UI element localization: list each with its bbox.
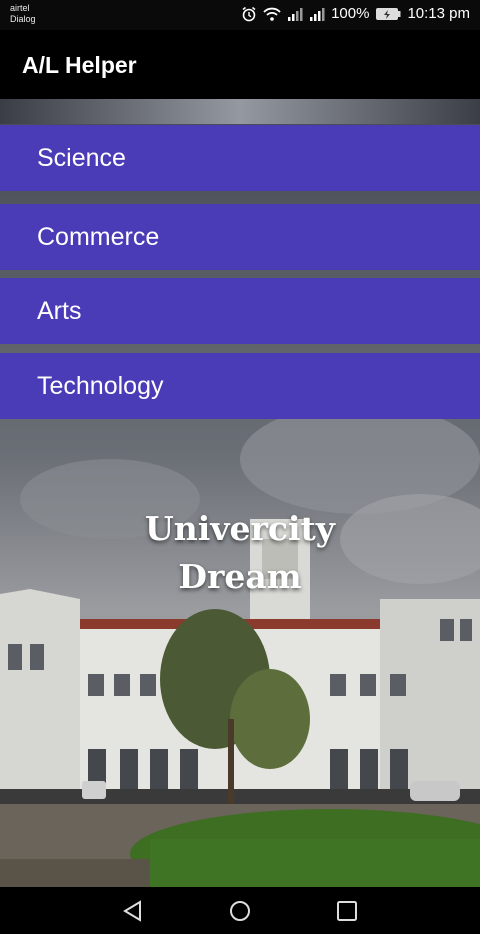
carrier-info: airtel Dialog bbox=[10, 3, 36, 25]
back-icon[interactable] bbox=[119, 897, 147, 925]
category-label: Technology bbox=[37, 371, 164, 400]
signal-icon bbox=[287, 7, 303, 21]
signal-icon-2 bbox=[309, 7, 325, 21]
headline: Univercity Dream bbox=[0, 505, 480, 601]
status-bar: airtel Dialog 100% 10:13 pm bbox=[0, 0, 480, 30]
category-technology-button[interactable]: Technology bbox=[0, 353, 480, 419]
category-label: Commerce bbox=[37, 222, 160, 251]
navigation-bar bbox=[0, 887, 480, 934]
wifi-icon bbox=[263, 6, 281, 22]
clock: 10:13 pm bbox=[407, 5, 470, 22]
headline-line-1: Univercity bbox=[145, 509, 335, 548]
app-bar: A/L Helper bbox=[0, 30, 480, 99]
alarm-icon bbox=[241, 6, 257, 22]
status-icons: 100% 10:13 pm bbox=[241, 5, 470, 22]
category-commerce-button[interactable]: Commerce bbox=[0, 204, 480, 270]
carrier-secondary: Dialog bbox=[10, 14, 36, 24]
home-icon[interactable] bbox=[226, 897, 254, 925]
category-label: Arts bbox=[37, 296, 82, 325]
battery-icon bbox=[375, 7, 401, 21]
app-title: A/L Helper bbox=[22, 52, 137, 78]
battery-percent: 100% bbox=[331, 5, 370, 22]
category-science-button[interactable]: Science bbox=[0, 125, 480, 191]
category-arts-button[interactable]: Arts bbox=[0, 278, 480, 344]
carrier-primary: airtel bbox=[10, 3, 30, 13]
category-label: Science bbox=[37, 143, 126, 172]
headline-line-2: Dream bbox=[178, 557, 302, 596]
recents-icon[interactable] bbox=[333, 897, 361, 925]
